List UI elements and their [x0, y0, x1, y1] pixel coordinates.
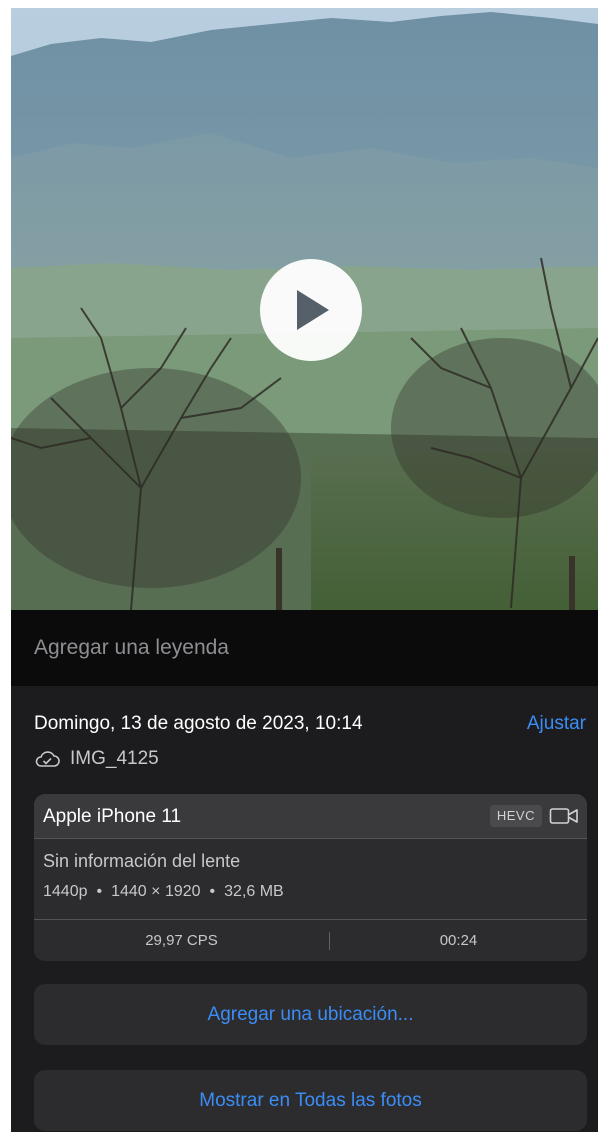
lens-info: Sin información del lente: [43, 851, 241, 871]
dimensions: 1440 × 1920: [111, 883, 201, 900]
video-thumbnail[interactable]: [11, 8, 598, 610]
video-camera-icon: [549, 808, 578, 824]
capture-date: Domingo, 13 de agosto de 2023, 10:14: [34, 713, 363, 734]
codec-badge: HEVC: [489, 805, 542, 827]
filename: IMG_4125: [70, 748, 159, 769]
device-header: Apple iPhone 11 HEVC: [34, 794, 587, 839]
play-icon: [297, 290, 329, 330]
file-size: 32,6 MB: [224, 883, 284, 900]
separator-dot: •: [209, 883, 216, 900]
frame-rate: 29,97 CPS: [145, 932, 218, 949]
device-footer: 29,97 CPS 00:24: [34, 919, 587, 961]
adjust-date-button[interactable]: Ajustar: [527, 713, 586, 735]
show-in-all-photos-button[interactable]: Mostrar en Todas las fotos: [34, 1070, 587, 1131]
resolution: 1440p: [43, 883, 88, 900]
device-info-card: Apple iPhone 11 HEVC Sin información del…: [34, 794, 587, 961]
caption-placeholder: Agregar una leyenda: [34, 636, 229, 659]
info-panel: Agregar una leyenda Domingo, 13 de agost…: [11, 610, 598, 1132]
duration: 00:24: [439, 932, 478, 949]
separator-dot: •: [96, 883, 103, 900]
play-button[interactable]: [260, 259, 362, 361]
photo-info-screen: Agregar una leyenda Domingo, 13 de agost…: [0, 0, 598, 1132]
cloud-check-icon: [35, 751, 60, 767]
device-name: Apple iPhone 11: [43, 806, 182, 827]
filename-row: IMG_4125: [34, 746, 159, 772]
add-location-button[interactable]: Agregar una ubicación...: [34, 984, 587, 1045]
caption-field[interactable]: Agregar una leyenda: [11, 610, 598, 686]
video-specs: 1440p • 1440 × 1920 • 32,6 MB: [43, 883, 284, 901]
